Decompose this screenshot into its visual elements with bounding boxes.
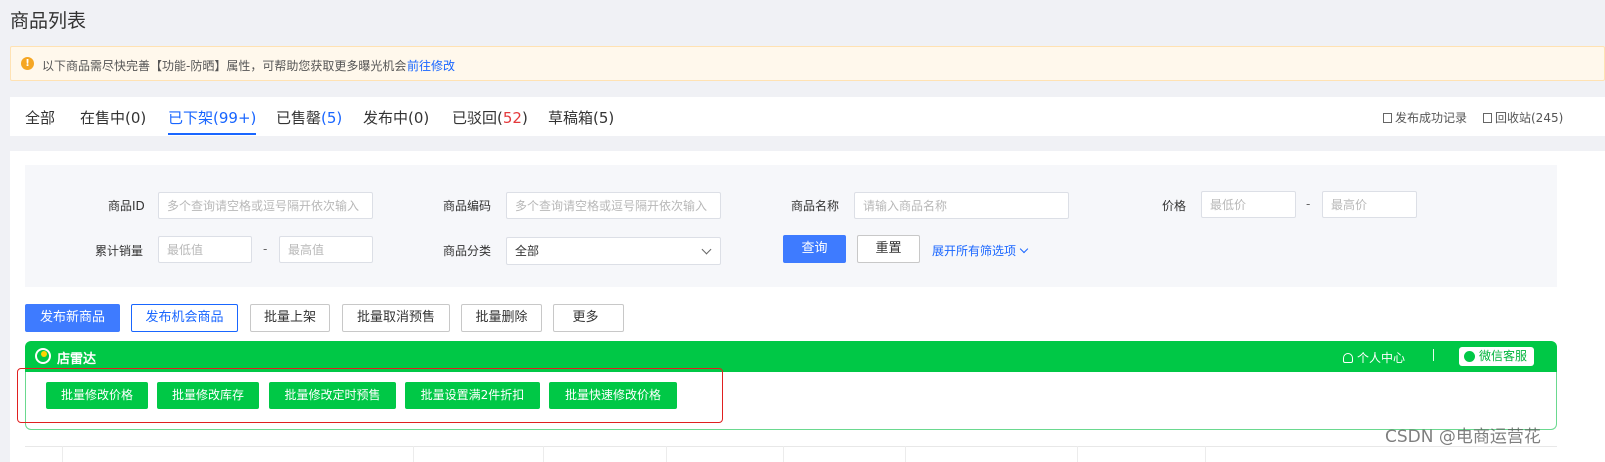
warning-icon: ! bbox=[21, 57, 34, 70]
table-column-divider bbox=[666, 446, 667, 462]
price-range-dash: - bbox=[1306, 197, 1311, 211]
table-column-divider bbox=[62, 446, 63, 462]
wechat-service-button[interactable]: 微信客服 bbox=[1459, 347, 1534, 366]
table-column-divider bbox=[783, 446, 784, 462]
tab-drafts[interactable]: 草稿箱(5) bbox=[548, 107, 614, 128]
query-button[interactable]: 查询 bbox=[783, 235, 846, 263]
table-column-divider bbox=[413, 446, 414, 462]
personal-center-link[interactable]: 个人中心 bbox=[1343, 349, 1405, 366]
status-tabs: 全部 在售中(0) 已下架(99+) 已售罄(5) 发布中(0) 已驳回(52)… bbox=[10, 97, 1605, 136]
more-button[interactable]: 更多 bbox=[553, 304, 624, 332]
chat-icon bbox=[1464, 351, 1475, 362]
publish-new-button[interactable]: 发布新商品 bbox=[25, 304, 120, 332]
highlight-box bbox=[17, 368, 723, 423]
price-label: 价格 bbox=[1162, 199, 1187, 213]
edit-icon bbox=[1383, 113, 1392, 123]
tab-publishing[interactable]: 发布中(0) bbox=[363, 107, 429, 128]
product-id-input[interactable] bbox=[158, 192, 373, 219]
category-label: 商品分类 bbox=[443, 244, 492, 258]
product-name-label: 商品名称 bbox=[791, 199, 840, 213]
sales-label: 累计销量 bbox=[95, 244, 144, 258]
page-title: 商品列表 bbox=[10, 10, 87, 32]
table-column-divider bbox=[1205, 446, 1206, 462]
publish-log-link[interactable]: 发布成功记录 bbox=[1383, 109, 1467, 126]
trash-icon bbox=[1483, 113, 1492, 123]
plugin-brand: 店雷达 bbox=[57, 352, 97, 367]
watermark: CSDN @电商运营花 bbox=[1385, 427, 1541, 447]
table-column-divider bbox=[905, 446, 906, 462]
filter-panel bbox=[25, 165, 1557, 287]
tab-all[interactable]: 全部 bbox=[25, 107, 55, 128]
batch-list-button[interactable]: 批量上架 bbox=[250, 304, 330, 332]
sales-range-dash: - bbox=[263, 242, 268, 256]
tab-rejected[interactable]: 已驳回(52) bbox=[452, 107, 528, 128]
sales-max-input[interactable] bbox=[279, 236, 373, 263]
table-header-top bbox=[25, 446, 1557, 447]
sales-min-input[interactable] bbox=[158, 236, 252, 263]
expand-filters-link[interactable]: 展开所有筛选项 bbox=[932, 242, 1029, 259]
product-code-input[interactable] bbox=[506, 192, 721, 219]
batch-delete-button[interactable]: 批量删除 bbox=[461, 304, 542, 332]
tab-off-shelf[interactable]: 已下架(99+) bbox=[168, 107, 257, 135]
price-min-input[interactable] bbox=[1201, 191, 1296, 218]
reset-button[interactable]: 重置 bbox=[857, 235, 920, 263]
tab-on-sale[interactable]: 在售中(0) bbox=[80, 107, 146, 128]
publish-opportunity-button[interactable]: 发布机会商品 bbox=[131, 304, 238, 332]
product-id-label: 商品ID bbox=[108, 199, 145, 213]
product-code-label: 商品编码 bbox=[443, 199, 492, 213]
batch-cancel-presale-button[interactable]: 批量取消预售 bbox=[342, 304, 450, 332]
table-column-divider bbox=[1077, 446, 1078, 462]
radar-logo-icon bbox=[35, 348, 51, 364]
category-select[interactable]: 全部 bbox=[506, 237, 721, 265]
notice-banner: ! 以下商品需尽快完善【功能-防晒】属性，可帮助您获取更多曝光机会 前往修改 bbox=[10, 46, 1605, 81]
user-icon bbox=[1343, 353, 1353, 363]
table-column-divider bbox=[543, 446, 544, 462]
divider bbox=[1433, 349, 1434, 361]
price-max-input[interactable] bbox=[1322, 191, 1417, 218]
notice-fix-link[interactable]: 前往修改 bbox=[407, 57, 455, 74]
tab-sold-out[interactable]: 已售罄(5) bbox=[276, 107, 342, 128]
chevron-down-icon bbox=[1019, 244, 1029, 254]
chevron-down-icon bbox=[701, 244, 712, 255]
product-name-input[interactable] bbox=[854, 192, 1069, 219]
recycle-bin-link[interactable]: 回收站(245) bbox=[1483, 109, 1563, 126]
notice-text: 以下商品需尽快完善【功能-防晒】属性，可帮助您获取更多曝光机会 bbox=[42, 59, 407, 73]
